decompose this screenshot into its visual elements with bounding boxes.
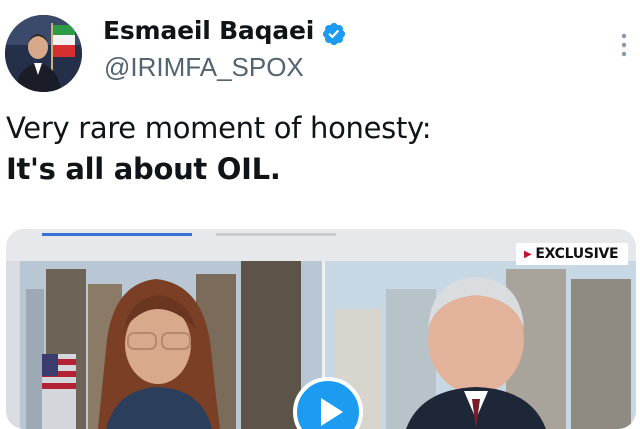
tweet-text-line-1: Very rare moment of honesty: (6, 111, 432, 145)
user-handle[interactable]: @IRIMFA_SPOX (104, 52, 304, 83)
more-options-icon[interactable] (619, 32, 629, 58)
display-name[interactable]: Esmaeil Baqaei (103, 16, 314, 45)
exclusive-label: EXCLUSIVE (535, 246, 619, 262)
verified-badge-icon (322, 22, 346, 46)
tweet-text-line-2: It's all about OIL. (6, 152, 281, 186)
avatar[interactable] (5, 15, 82, 92)
play-triangle-icon: ▶ (524, 249, 532, 260)
play-icon (321, 398, 343, 426)
video-media[interactable]: ▶ EXCLUSIVE (6, 229, 636, 429)
play-button[interactable] (293, 377, 363, 429)
avatar-image (5, 15, 82, 92)
exclusive-badge: ▶ EXCLUSIVE (516, 243, 629, 265)
